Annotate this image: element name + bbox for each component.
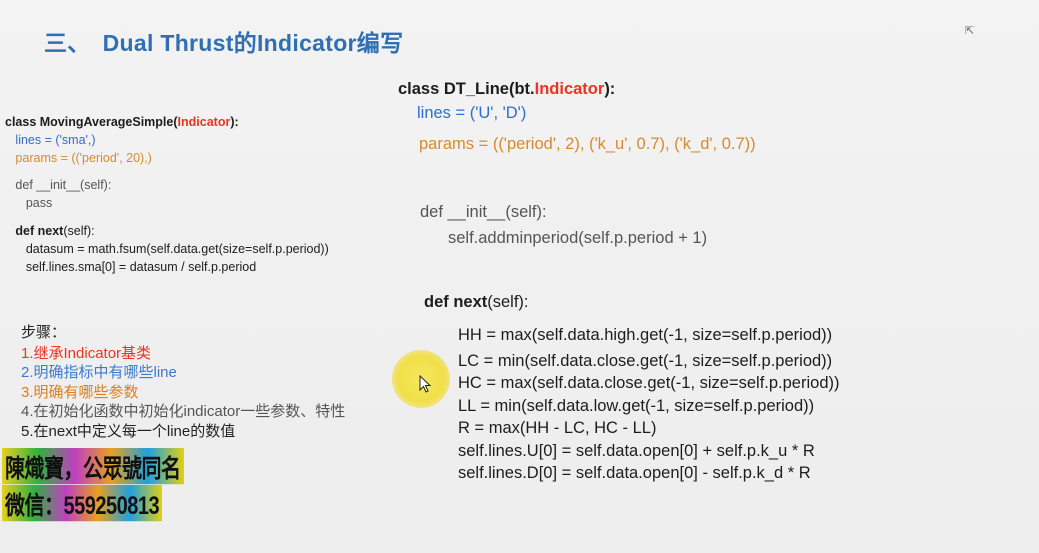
- right-next-body-line: HH = max(self.data.high.get(-1, size=sel…: [458, 326, 833, 344]
- slide: 三、 Dual Thrust的Indicator编写 ⇱ class Moving…: [0, 0, 1039, 553]
- right-next-body-line: HC = max(self.data.close.get(-1, size=se…: [458, 374, 840, 392]
- mouse-pointer-icon: [419, 375, 432, 393]
- step-item: 4.在初始化函数中初始化indicator一些参数、特性: [21, 403, 346, 420]
- title-text: Dual Thrust的Indicator编写: [102, 30, 404, 56]
- left-lines-line: lines = ('sma',): [15, 132, 96, 147]
- watermark-line-1: 陳熾寶，公眾號同名: [2, 448, 184, 485]
- step-item: 1.继承Indicator基类: [21, 344, 152, 362]
- right-next-body-line: self.lines.D[0] = self.data.open[0] - se…: [458, 464, 811, 482]
- right-next-body-line: R = max(HH - LC, HC - LL): [458, 419, 657, 437]
- small-cursor-icon: ⇱: [965, 25, 975, 37]
- step-item: 3.明确有哪些参数: [21, 383, 139, 401]
- right-init-body: self.addminperiod(self.p.period + 1): [448, 229, 708, 247]
- left-init-def: def __init__(self):: [15, 178, 112, 193]
- title-number: 三、: [44, 30, 91, 56]
- right-class-line: class DT_Line(bt.Indicator):: [398, 80, 616, 98]
- left-class-line: class MovingAverageSimple(Indicator):: [5, 115, 239, 129]
- right-next-def: def next(self):: [424, 293, 529, 311]
- left-next-body-2: self.lines.sma[0] = datasum / self.p.per…: [25, 259, 257, 274]
- right-next-body-line: self.lines.U[0] = self.data.open[0] + se…: [458, 442, 815, 460]
- right-lines-line: lines = ('U', 'D'): [417, 104, 527, 122]
- left-init-body: pass: [25, 196, 53, 211]
- steps-list: 步骤： 1.继承Indicator基类 2.明确指标中有哪些line 3.明确有…: [21, 323, 345, 441]
- step-item: 5.在next中定义每一个line的数值: [21, 422, 236, 440]
- steps-heading: 步骤：: [21, 324, 67, 341]
- right-next-body-line: LL = min(self.data.low.get(-1, size=self…: [458, 397, 815, 415]
- step-item: 2.明确指标中有哪些line: [21, 364, 177, 381]
- right-next-body-line: LC = min(self.data.close.get(-1, size=se…: [458, 352, 833, 370]
- watermark-line-2: 微信：559250813: [2, 485, 163, 522]
- right-params-line: params = (('period', 2), ('k_u', 0.7), (…: [419, 135, 756, 153]
- right-init-def: def __init__(self):: [420, 203, 547, 221]
- left-next-body-1: datasum = math.fsum(self.data.get(size=s…: [25, 241, 329, 256]
- slide-title: 三、 Dual Thrust的Indicator编写: [44, 24, 403, 58]
- left-code-block: class MovingAverageSimple(Indicator): li…: [5, 114, 329, 276]
- left-params-line: params = (('period', 20),): [15, 150, 152, 165]
- left-next-def: def next(self):: [15, 223, 95, 238]
